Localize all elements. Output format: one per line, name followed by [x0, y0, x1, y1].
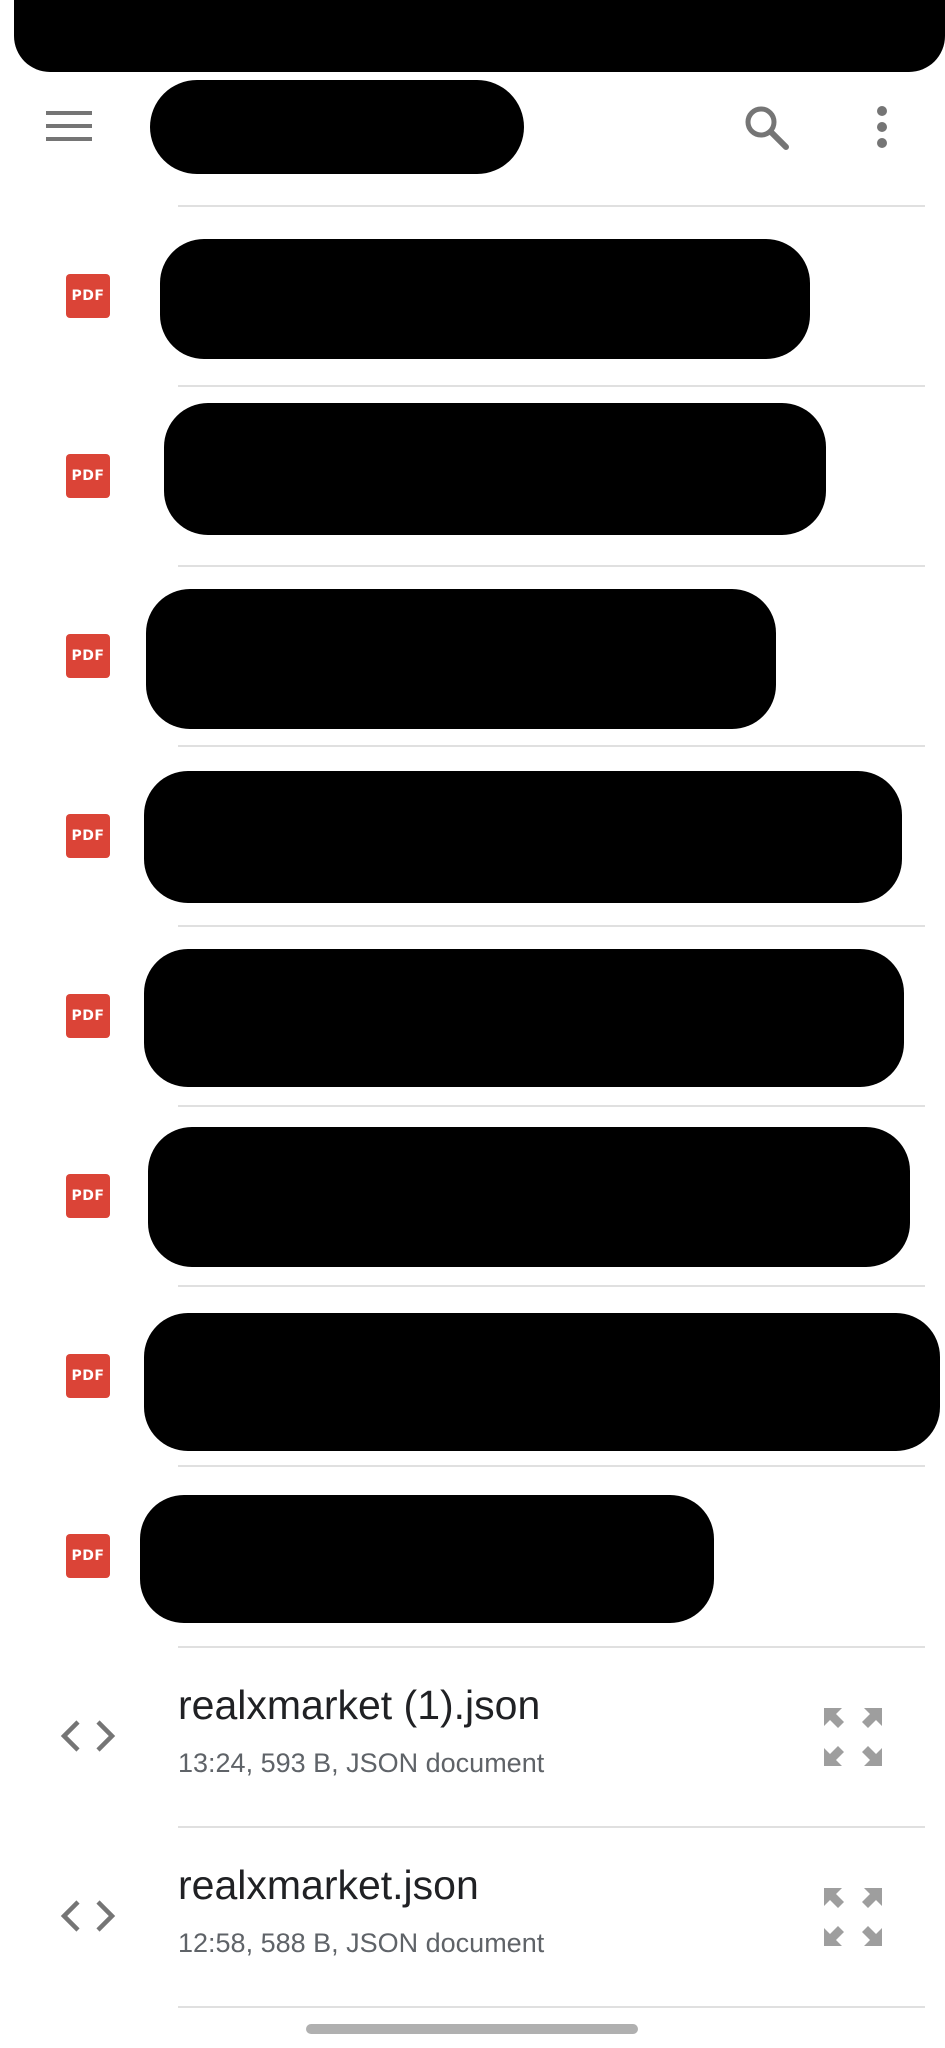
file-row-json[interactable]: realxmarket.json 12:58, 588 B, JSON docu…: [0, 1828, 945, 2006]
filename-redacted: [140, 1495, 714, 1623]
pdf-icon: PDF: [66, 1174, 110, 1218]
filename-redacted: [148, 1127, 910, 1267]
code-icon: [60, 1896, 116, 1936]
pdf-icon: PDF: [66, 634, 110, 678]
file-meta: 12:58, 588 B, JSON document: [178, 1928, 545, 1958]
file-row-pdf[interactable]: PDF: [0, 207, 945, 385]
pdf-icon: PDF: [66, 1534, 110, 1578]
file-row-pdf[interactable]: PDF: [0, 1467, 945, 1645]
file-row-pdf[interactable]: PDF: [0, 747, 945, 925]
file-row-pdf[interactable]: PDF: [0, 927, 945, 1105]
filename-redacted: [144, 949, 904, 1087]
search-icon[interactable]: [735, 96, 797, 158]
pdf-icon: PDF: [66, 994, 110, 1038]
file-name: realxmarket (1).json: [178, 1682, 541, 1728]
file-row-json[interactable]: realxmarket (1).json 13:24, 593 B, JSON …: [0, 1648, 945, 1826]
pdf-icon: PDF: [66, 814, 110, 858]
title-redacted: [150, 80, 524, 174]
filename-redacted: [146, 589, 776, 729]
divider: [178, 2006, 925, 2008]
file-name: realxmarket.json: [178, 1862, 479, 1908]
pdf-icon: PDF: [66, 454, 110, 498]
hamburger-menu-icon[interactable]: [36, 98, 102, 154]
filename-redacted: [160, 239, 810, 359]
expand-icon[interactable]: [822, 1886, 884, 1948]
code-icon: [60, 1716, 116, 1756]
filename-redacted: [144, 1313, 940, 1451]
file-row-pdf[interactable]: PDF: [0, 387, 945, 565]
app-bar: [0, 72, 945, 182]
more-vert-icon[interactable]: [858, 96, 906, 158]
file-meta: 13:24, 593 B, JSON document: [178, 1748, 545, 1778]
file-row-pdf[interactable]: PDF: [0, 1107, 945, 1285]
file-row-pdf[interactable]: PDF: [0, 1287, 945, 1465]
filename-redacted: [144, 771, 902, 903]
file-row-pdf[interactable]: PDF: [0, 567, 945, 745]
status-bar-redacted: [14, 0, 945, 72]
pdf-icon: PDF: [66, 1354, 110, 1398]
filename-redacted: [164, 403, 826, 535]
pdf-icon: PDF: [66, 274, 110, 318]
home-indicator[interactable]: [306, 2024, 638, 2034]
expand-icon[interactable]: [822, 1706, 884, 1768]
